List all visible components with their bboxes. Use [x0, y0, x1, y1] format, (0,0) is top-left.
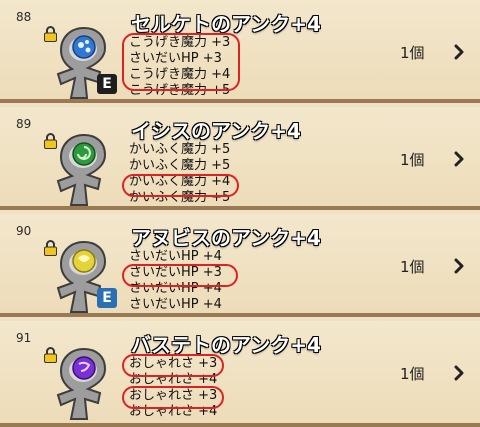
- chevron-right-icon[interactable]: [451, 365, 467, 381]
- stat-line: かいふく魔力 +5: [129, 158, 231, 173]
- stat-line: さいだいHP +4: [129, 297, 222, 312]
- item-count: 1個: [400, 44, 425, 62]
- list-item[interactable]: 88 E セルケトのアンク+4 こうげき魔力 +3 さいだいHP +3 こうげき…: [0, 0, 480, 103]
- item-count: 1個: [400, 365, 425, 383]
- item-number: 91: [16, 331, 32, 345]
- chevron-right-icon[interactable]: [451, 258, 467, 274]
- item-number: 88: [16, 10, 32, 24]
- list-item[interactable]: 91 バステトのアンク+4 おしゃれさ +3 おしゃれさ +4 おしゃれさ +3…: [0, 321, 480, 427]
- item-count: 1個: [400, 151, 425, 169]
- stat-line: かいふく魔力 +5: [129, 142, 231, 157]
- stat-line: さいだいHP +4: [129, 249, 222, 264]
- chevron-right-icon[interactable]: [451, 44, 467, 60]
- list-item[interactable]: 90 E アヌビスのアンク+4 さいだいHP +4 さいだいHP +3 さいだい…: [0, 214, 480, 317]
- item-title: イシスのアンク+4: [131, 119, 301, 143]
- highlight-circle: [122, 354, 224, 377]
- item-number: 89: [16, 117, 32, 131]
- highlight-circle: [122, 33, 240, 91]
- ankh-icon: [56, 133, 107, 206]
- item-list: 88 E セルケトのアンク+4 こうげき魔力 +3 さいだいHP +3 こうげき…: [0, 0, 480, 427]
- ankh-icon: [56, 347, 107, 420]
- highlight-circle: [122, 264, 238, 287]
- equipped-badge-icon: E: [97, 288, 117, 308]
- highlight-circle: [122, 386, 224, 409]
- chevron-right-icon[interactable]: [451, 151, 467, 167]
- item-number: 90: [16, 224, 32, 238]
- highlight-circle: [122, 174, 239, 197]
- item-title: アヌビスのアンク+4: [131, 226, 321, 250]
- equipped-badge-icon: E: [97, 74, 117, 94]
- item-count: 1個: [400, 258, 425, 276]
- list-item[interactable]: 89 イシスのアンク+4 かいふく魔力 +5 かいふく魔力 +5 かいふく魔力 …: [0, 107, 480, 210]
